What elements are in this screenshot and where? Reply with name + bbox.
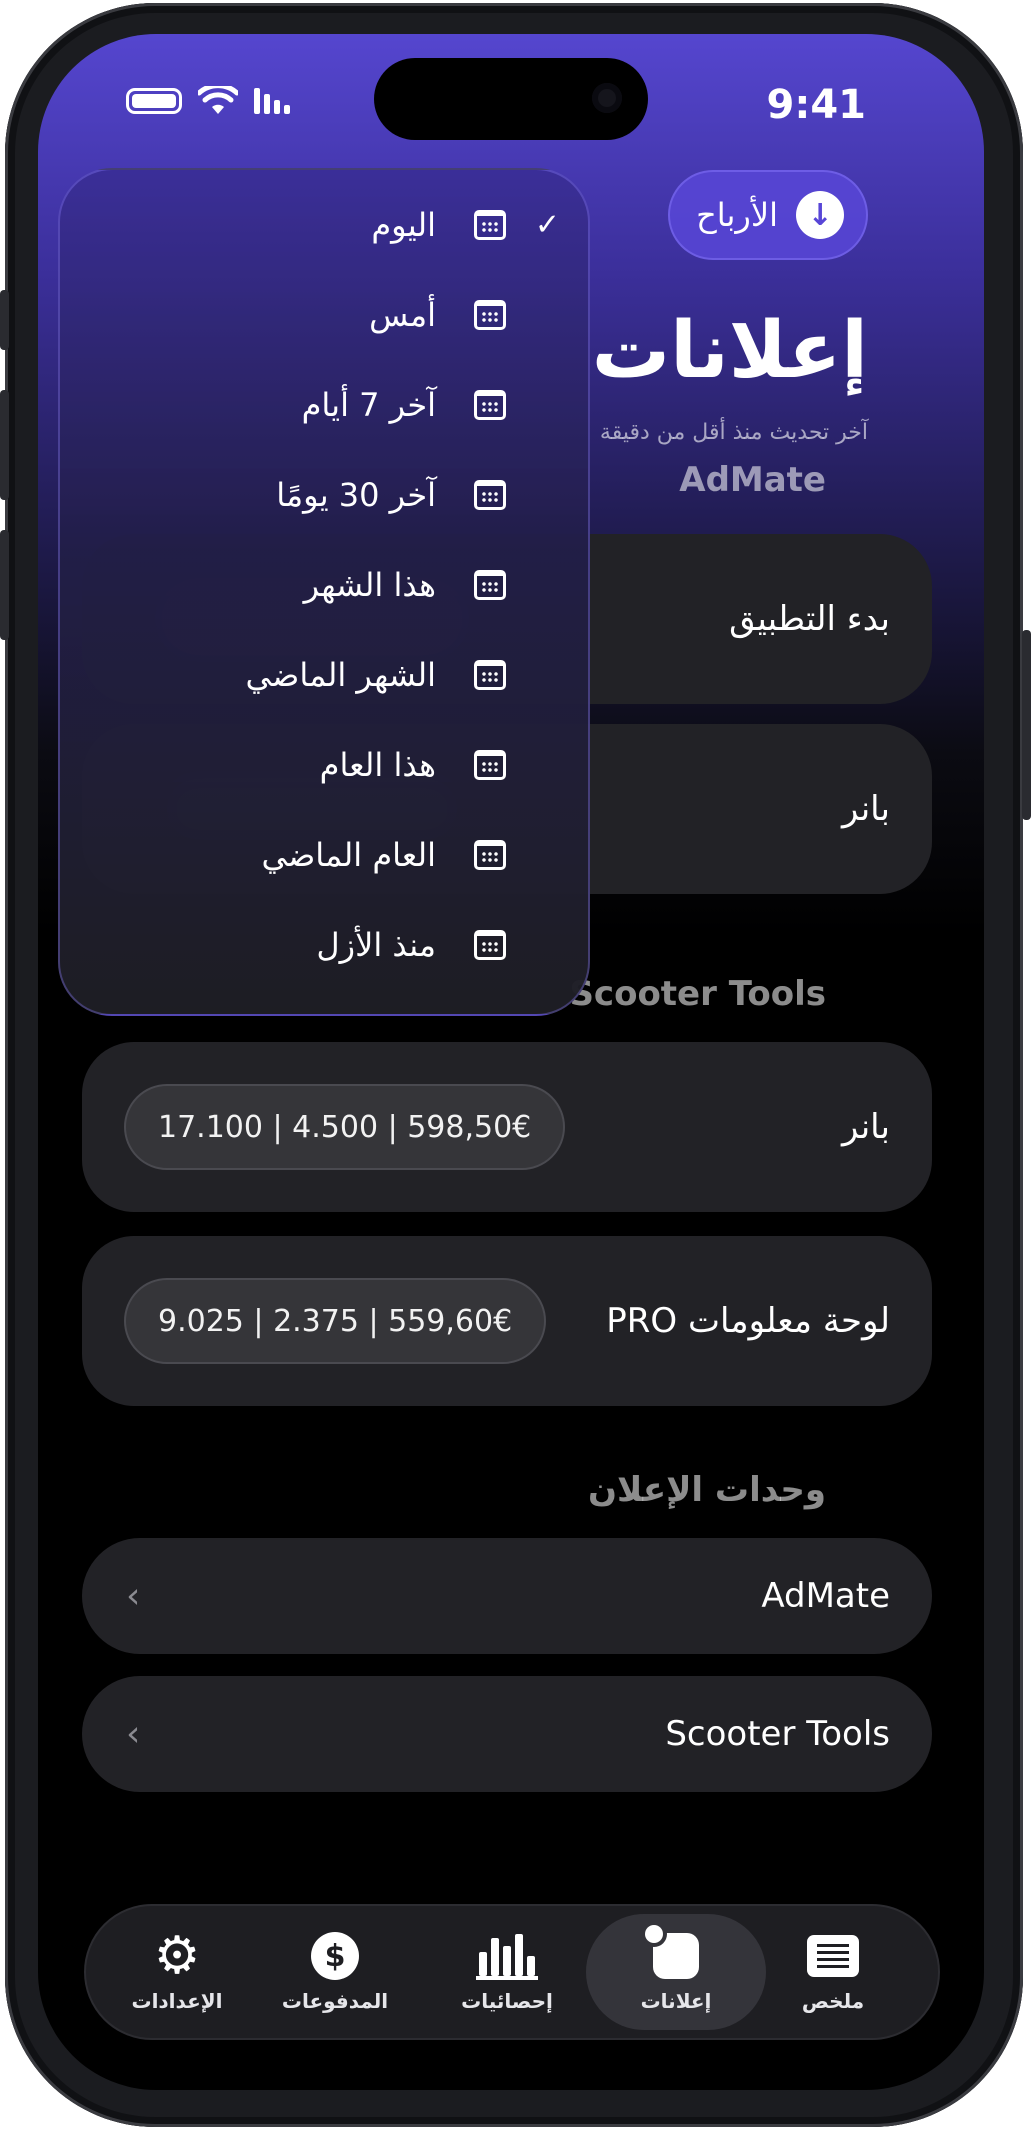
last-updated-text: آخر تحديث منذ أقل من دقيقة [599,420,868,445]
section-label-ad-units: وحدات الإعلان [588,1470,826,1510]
chevron-left-icon: ‹ [126,1575,141,1617]
earnings-label: الأرباح [696,196,778,234]
tab-bar: ملخص إعلانات إحصائيات $ المدفوعات ⚙ الإع… [84,1904,940,2040]
menu-item-label: آخر 7 أيام [301,386,436,424]
tab-summary[interactable]: ملخص [748,1906,918,2038]
calendar-icon [474,840,506,870]
tab-label: إعلانات [640,1989,712,2013]
wifi-icon [198,86,238,114]
ad-unit-label: AdMate [761,1576,890,1616]
action-button [0,290,9,350]
card-label: بانر [841,789,890,829]
menu-item-last-30-days[interactable]: آخر 30 يومًا [60,450,588,540]
menu-item-last-7-days[interactable]: آخر 7 أيام [60,360,588,450]
calendar-icon [474,660,506,690]
ads-icon [645,1925,699,1979]
menu-item-this-month[interactable]: هذا الشهر [60,540,588,630]
power-button [1022,630,1031,820]
earnings-button[interactable]: ↓ الأرباح [668,170,868,260]
calendar-icon [474,210,506,240]
ad-card-pro-dashboard[interactable]: 9.025 | 2.375 | 559,60€ لوحة معلومات PRO [82,1236,932,1406]
section-label-scooter-tools: Scooter Tools [569,974,826,1014]
section-label-admate: AdMate [679,460,826,500]
calendar-icon [474,480,506,510]
menu-item-today[interactable]: ✓ اليوم [60,180,588,270]
chevron-left-icon: ‹ [126,1713,141,1755]
status-icons [126,86,290,116]
ad-unit-row-admate[interactable]: ‹ AdMate [82,1538,932,1654]
menu-item-label: العام الماضي [261,836,436,874]
volume-down-button [0,530,9,640]
calendar-icon [474,930,506,960]
summary-icon [807,1935,859,1977]
checkmark-icon: ✓ [534,207,560,243]
volume-up-button [0,390,9,500]
arrow-down-icon: ↓ [796,191,844,239]
card-label: لوحة معلومات PRO [606,1301,890,1341]
app-screen: 9:41 ↓ الأرباح إعلانات آخر تحديث منذ أقل… [38,34,984,2090]
card-label: بانر [841,1107,890,1147]
menu-item-label: منذ الأزل [316,926,436,964]
settings-icon: ⚙ [153,1926,201,1986]
tab-settings[interactable]: ⚙ الإعدادات [92,1906,262,2038]
tab-label: المدفوعات [281,1989,389,2013]
calendar-icon [474,390,506,420]
calendar-icon [474,750,506,780]
date-range-menu: ✓ اليوم أمس آخر 7 أيام آخر 30 يومًا هذا … [58,168,590,1016]
stats-pill: 17.100 | 4.500 | 598,50€ [124,1084,566,1170]
ad-unit-label: Scooter Tools [665,1714,890,1754]
calendar-icon [474,570,506,600]
tab-label: إحصائيات [461,1989,553,2013]
calendar-icon [474,300,506,330]
tab-stats[interactable]: إحصائيات [422,1906,592,2038]
menu-item-yesterday[interactable]: أمس [60,270,588,360]
ad-unit-row-scooter-tools[interactable]: ‹ Scooter Tools [82,1676,932,1792]
menu-item-last-year[interactable]: العام الماضي [60,810,588,900]
card-label: بدء التطبيق [729,599,890,639]
menu-item-last-month[interactable]: الشهر الماضي [60,630,588,720]
dynamic-island [374,58,648,140]
stats-pill: 9.025 | 2.375 | 559,60€ [124,1278,547,1364]
camera-icon [592,83,622,113]
stats-icon [476,1932,538,1980]
status-time: 9:41 [766,82,867,128]
menu-item-label: أمس [369,296,436,334]
signal-icon [254,88,290,114]
tab-payments[interactable]: $ المدفوعات [250,1906,420,2038]
menu-item-all-time[interactable]: منذ الأزل [60,900,588,990]
page-title: إعلانات [591,306,868,396]
tab-label: ملخص [801,1989,865,2013]
payments-icon: $ [311,1932,359,1980]
menu-item-label: الشهر الماضي [245,656,437,694]
menu-item-label: آخر 30 يومًا [276,476,436,514]
menu-item-label: هذا الشهر [303,566,436,604]
menu-item-this-year[interactable]: هذا العام [60,720,588,810]
ad-card-banner[interactable]: 17.100 | 4.500 | 598,50€ بانر [82,1042,932,1212]
tab-ads[interactable]: إعلانات [586,1914,766,2030]
tab-label: الإعدادات [131,1989,223,2013]
battery-icon [126,88,182,114]
menu-item-label: اليوم [371,206,436,244]
menu-item-label: هذا العام [319,746,436,784]
